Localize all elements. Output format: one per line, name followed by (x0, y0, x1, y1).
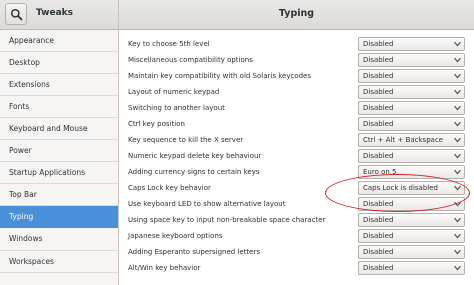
dropdown-value: Disabled (363, 56, 394, 64)
sidebar-item-label: Windows (9, 234, 43, 243)
setting-dropdown[interactable]: Ctrl + Alt + Backspace (358, 133, 465, 147)
setting-label: Alt/Win key behavior (128, 264, 201, 272)
setting-dropdown[interactable]: Disabled (358, 229, 465, 243)
setting-label: Key to choose 5th level (128, 40, 210, 48)
setting-label: Numeric keypad delete key behaviour (128, 152, 262, 160)
dropdown-value: Disabled (363, 216, 394, 224)
setting-dropdown[interactable]: Disabled (358, 53, 465, 67)
chevron-down-icon (454, 217, 461, 223)
sidebar-item-appearance[interactable]: Appearance (0, 30, 118, 52)
chevron-down-icon (454, 89, 461, 95)
dropdown-value: Disabled (363, 72, 394, 80)
chevron-down-icon (454, 249, 461, 255)
dropdown-value: Disabled (363, 152, 394, 160)
setting-dropdown[interactable]: Disabled (358, 101, 465, 115)
sidebar-item-label: Desktop (9, 58, 40, 67)
chevron-down-icon (454, 121, 461, 127)
setting-label: Use keyboard LED to show alternative lay… (128, 200, 286, 208)
dropdown-value: Disabled (363, 40, 394, 48)
chevron-down-icon (454, 153, 461, 159)
sidebar-item-label: Workspaces (9, 257, 54, 266)
dropdown-value: Disabled (363, 248, 394, 256)
setting-dropdown[interactable]: Disabled (358, 69, 465, 83)
setting-label: Ctrl key position (128, 120, 185, 128)
header-bar: Tweaks Typing (0, 0, 474, 30)
search-button[interactable] (5, 3, 27, 25)
tweaks-window: Tweaks Typing Appearance Desktop Extensi… (0, 0, 474, 285)
setting-row-5th-level: Key to choose 5th level Disabled (119, 36, 474, 52)
setting-row-keypad-delete: Numeric keypad delete key behaviour Disa… (119, 148, 474, 164)
sidebar-item-label: Fonts (9, 102, 30, 111)
setting-label: Adding Esperanto supersigned letters (128, 248, 261, 256)
setting-row-esperanto: Adding Esperanto supersigned letters Dis… (119, 244, 474, 260)
setting-row-solaris-keycodes: Maintain key compatibility with old Sola… (119, 68, 474, 84)
dropdown-value: Disabled (363, 120, 394, 128)
sidebar-item-workspaces[interactable]: Workspaces (0, 251, 118, 273)
setting-label: Caps Lock key behavior (128, 184, 211, 192)
app-title: Tweaks (36, 8, 73, 18)
setting-label: Miscellaneous compatibility options (128, 56, 253, 64)
setting-row-misc-compat: Miscellaneous compatibility options Disa… (119, 52, 474, 68)
sidebar-item-power[interactable]: Power (0, 140, 118, 162)
page-title: Typing (278, 8, 315, 19)
sidebar-item-fonts[interactable]: Fonts (0, 96, 118, 118)
chevron-down-icon (454, 233, 461, 239)
chevron-down-icon (454, 57, 461, 63)
setting-row-japanese-keyboard: Japanese keyboard options Disabled (119, 228, 474, 244)
chevron-down-icon (454, 169, 461, 175)
setting-dropdown[interactable]: Disabled (358, 261, 465, 275)
setting-label: Switching to another layout (128, 104, 225, 112)
setting-dropdown[interactable]: Disabled (358, 85, 465, 99)
sidebar-item-top-bar[interactable]: Top Bar (0, 184, 118, 206)
sidebar-item-label: Appearance (9, 36, 55, 45)
sidebar-item-keyboard-and-mouse[interactable]: Keyboard and Mouse (0, 118, 118, 140)
dropdown-value: Disabled (363, 88, 394, 96)
setting-row-non-breakable-space: Using space key to input non-breakable s… (119, 212, 474, 228)
setting-row-layout-switching: Switching to another layout Disabled (119, 100, 474, 116)
chevron-down-icon (454, 41, 461, 47)
typing-settings-panel: Key to choose 5th level Disabled Miscell… (119, 30, 474, 285)
highlight-annotation (325, 174, 470, 212)
sidebar-item-desktop[interactable]: Desktop (0, 52, 118, 74)
search-icon (10, 8, 23, 21)
sidebar-item-label: Extensions (9, 80, 50, 89)
setting-label: Using space key to input non-breakable s… (128, 216, 326, 224)
sidebar-item-label: Startup Applications (9, 168, 86, 177)
setting-label: Japanese keyboard options (128, 232, 223, 240)
dropdown-value: Disabled (363, 232, 394, 240)
chevron-down-icon (454, 73, 461, 79)
setting-row-kill-x-server: Key sequence to kill the X server Ctrl +… (119, 132, 474, 148)
dropdown-value: Disabled (363, 264, 394, 272)
dropdown-value: Ctrl + Alt + Backspace (363, 136, 444, 144)
setting-dropdown[interactable]: Disabled (358, 37, 465, 51)
sidebar-item-extensions[interactable]: Extensions (0, 74, 118, 96)
sidebar-item-typing[interactable]: Typing (0, 206, 118, 228)
setting-label: Layout of numeric keypad (128, 88, 220, 96)
chevron-down-icon (454, 137, 461, 143)
setting-label: Key sequence to kill the X server (128, 136, 244, 144)
chevron-down-icon (454, 265, 461, 271)
sidebar-item-label: Keyboard and Mouse (9, 124, 88, 133)
sidebar-item-label: Top Bar (9, 190, 37, 199)
sidebar-item-label: Typing (9, 212, 34, 221)
setting-row-numeric-keypad-layout: Layout of numeric keypad Disabled (119, 84, 474, 100)
setting-dropdown[interactable]: Disabled (358, 245, 465, 259)
sidebar-item-windows[interactable]: Windows (0, 228, 118, 251)
setting-dropdown[interactable]: Disabled (358, 213, 465, 227)
setting-dropdown[interactable]: Disabled (358, 117, 465, 131)
setting-row-ctrl-position: Ctrl key position Disabled (119, 116, 474, 132)
sidebar-item-label: Power (9, 146, 32, 155)
dropdown-value: Disabled (363, 104, 394, 112)
sidebar: Appearance Desktop Extensions Fonts Keyb… (0, 30, 119, 285)
setting-label: Maintain key compatibility with old Sola… (128, 72, 312, 80)
setting-row-alt-win-key: Alt/Win key behavior Disabled (119, 260, 474, 276)
chevron-down-icon (454, 105, 461, 111)
sidebar-item-startup-applications[interactable]: Startup Applications (0, 162, 118, 184)
setting-dropdown[interactable]: Disabled (358, 149, 465, 163)
setting-label: Adding currency signs to certain keys (128, 168, 260, 176)
